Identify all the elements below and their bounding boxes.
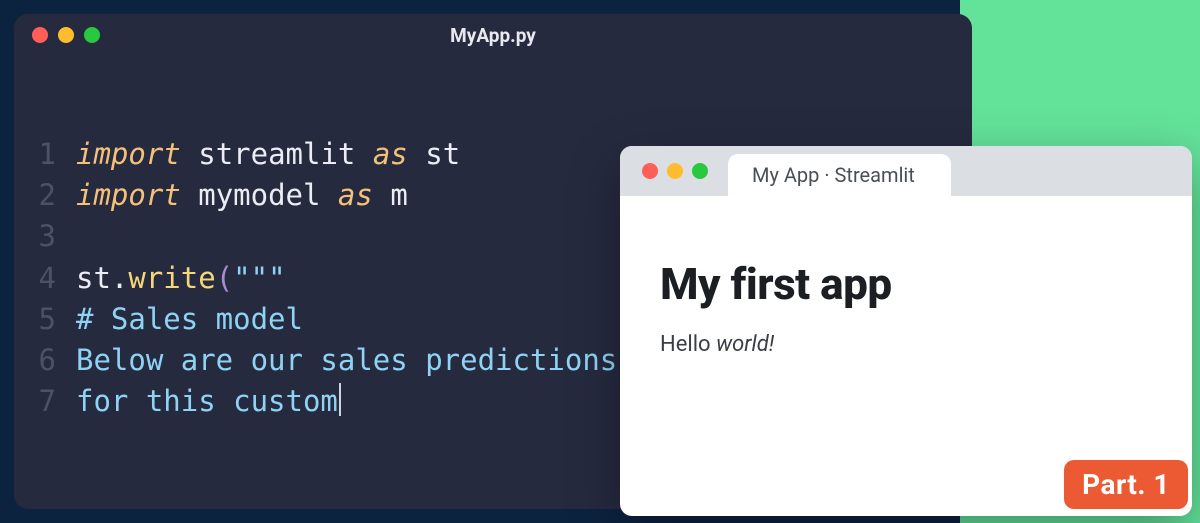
close-icon[interactable] xyxy=(642,163,658,179)
code-content: st.write(""" xyxy=(76,258,286,299)
editor-titlebar: MyApp.py xyxy=(14,14,972,56)
browser-tabbar: My App · Streamlit xyxy=(620,146,1192,196)
minimize-icon[interactable] xyxy=(667,163,683,179)
line-number: 4 xyxy=(14,258,76,299)
code-content: import streamlit as st xyxy=(76,134,460,175)
app-text-plain: Hello xyxy=(660,332,716,357)
traffic-lights xyxy=(32,27,100,43)
line-number: 6 xyxy=(14,340,76,381)
code-content: for this custom xyxy=(76,381,341,422)
maximize-icon[interactable] xyxy=(692,163,708,179)
close-icon[interactable] xyxy=(32,27,48,43)
line-number: 2 xyxy=(14,175,76,216)
app-heading: My first app xyxy=(660,258,1152,310)
line-number: 5 xyxy=(14,299,76,340)
browser-tab[interactable]: My App · Streamlit xyxy=(728,154,951,196)
code-content: Below are our sales predictions xyxy=(76,340,617,381)
browser-traffic-lights xyxy=(642,163,708,179)
line-number: 7 xyxy=(14,381,76,422)
minimize-icon[interactable] xyxy=(58,27,74,43)
maximize-icon[interactable] xyxy=(84,27,100,43)
app-text-italic: world! xyxy=(716,332,774,357)
browser-tab-title: My App · Streamlit xyxy=(752,163,915,187)
editor-filename: MyApp.py xyxy=(450,24,536,47)
text-cursor-icon xyxy=(339,383,341,416)
line-number: 1 xyxy=(14,134,76,175)
browser-content: My first app Hello world! xyxy=(620,196,1192,357)
code-content: # Sales model xyxy=(76,299,303,340)
line-number: 3 xyxy=(14,216,76,257)
code-content: import mymodel as m xyxy=(76,175,408,216)
part-badge: Part. 1 xyxy=(1064,460,1188,509)
app-text: Hello world! xyxy=(660,332,1152,357)
